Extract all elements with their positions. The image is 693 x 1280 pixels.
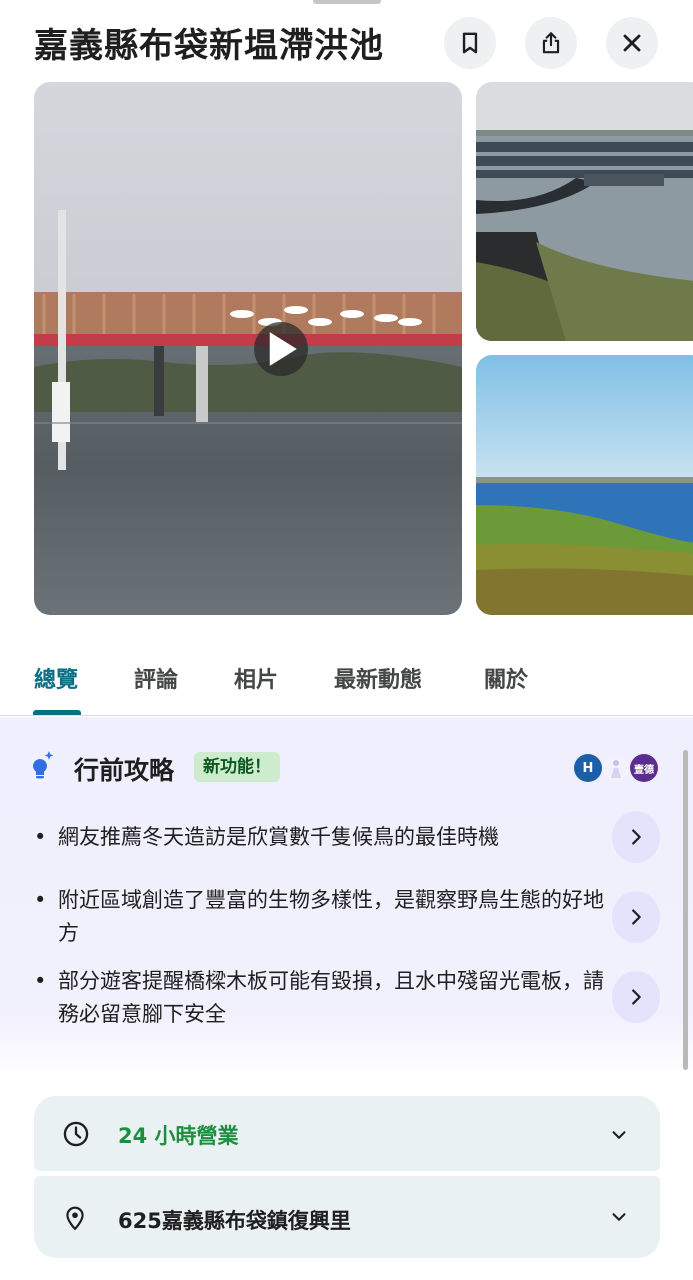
tab-about[interactable]: 關於 (484, 662, 528, 694)
new-feature-badge: 新功能！ (194, 752, 280, 782)
active-tab-indicator (33, 710, 81, 715)
guide-tip-2: • 附近區域創造了豐富的生物多樣性，是觀察野鳥生態的好地方 (34, 884, 604, 950)
place-header: 嘉義縣布袋新塭滯洪池 (0, 0, 693, 82)
guide-tip-3: • 部分遊客提醒橋樑木板可能有毀損，且水中殘留光電板，請務必留意腳下安全 (34, 965, 604, 1031)
tab-overview[interactable]: 總覽 (34, 662, 78, 694)
bookmark-icon (462, 32, 478, 54)
chevron-right-icon (632, 909, 641, 925)
address-text: 625嘉義縣布袋鎮復興里 (118, 1209, 351, 1233)
scrollbar[interactable] (683, 750, 688, 1070)
share-icon (542, 32, 560, 54)
guide-tip-3-expand-button[interactable] (612, 971, 660, 1023)
play-icon (269, 332, 297, 366)
close-button[interactable] (606, 17, 658, 69)
guide-tip-1-expand-button[interactable] (612, 811, 660, 863)
guide-tip-text: 附近區域創造了豐富的生物多樣性，是觀察野鳥生態的好地方 (58, 888, 604, 945)
save-button[interactable] (444, 17, 496, 69)
photo-carousel[interactable] (0, 82, 693, 616)
avatar: H (574, 754, 602, 782)
guide-tip-1: • 網友推薦冬天造訪是欣賞數千隻候鳥的最佳時機 (34, 821, 604, 854)
guide-tip-2-expand-button[interactable] (612, 891, 660, 943)
chevron-right-icon (632, 829, 641, 845)
contributor-avatars[interactable]: H 壹德 (574, 754, 660, 782)
chevron-right-icon (632, 989, 641, 1005)
bridge-wetland-video-frame (34, 82, 462, 615)
guide-title: 行前攻略 (74, 756, 175, 785)
open-hours-status: 24 小時營業 (118, 1124, 239, 1148)
main-video-thumbnail[interactable] (34, 82, 462, 615)
guide-tip-text: 部分遊客提醒橋樑木板可能有毀損，且水中殘留光電板，請務必留意腳下安全 (58, 969, 604, 1026)
person-avatar-icon (611, 760, 621, 778)
sparkle-bulb-icon (33, 751, 54, 779)
location-pin-icon (66, 1206, 84, 1231)
chevron-down-icon (612, 1131, 626, 1139)
hours-row[interactable]: 24 小時營業 (34, 1096, 660, 1171)
guide-tip-text: 網友推薦冬天造訪是欣賞數千隻候鳥的最佳時機 (58, 825, 499, 849)
address-row[interactable]: 625嘉義縣布袋鎮復興里 (34, 1176, 660, 1258)
clock-icon (63, 1121, 89, 1147)
tab-photos[interactable]: 相片 (234, 662, 278, 694)
play-button[interactable] (254, 322, 308, 376)
avatar (602, 754, 630, 782)
tab-reviews[interactable]: 評論 (134, 662, 178, 694)
chevron-down-icon (612, 1213, 626, 1221)
trip-guide-section: 行前攻略 新功能！ H 壹德 • 網友推薦冬天造訪是欣賞數千隻候鳥的最佳時機 •… (0, 717, 693, 1077)
place-title: 嘉義縣布袋新塭滯洪池 (34, 26, 384, 66)
share-button[interactable] (525, 17, 577, 69)
close-icon (623, 34, 641, 52)
tab-updates[interactable]: 最新動態 (334, 662, 422, 694)
photo-thumbnail-wetland[interactable] (476, 355, 693, 615)
avatar: 壹德 (630, 754, 658, 782)
photo-thumbnail-solar[interactable] (476, 82, 693, 341)
wetland-photo (476, 355, 693, 615)
solar-panels-photo (476, 82, 693, 341)
tab-bar: 總覽 評論 相片 最新動態 關於 (0, 640, 693, 716)
